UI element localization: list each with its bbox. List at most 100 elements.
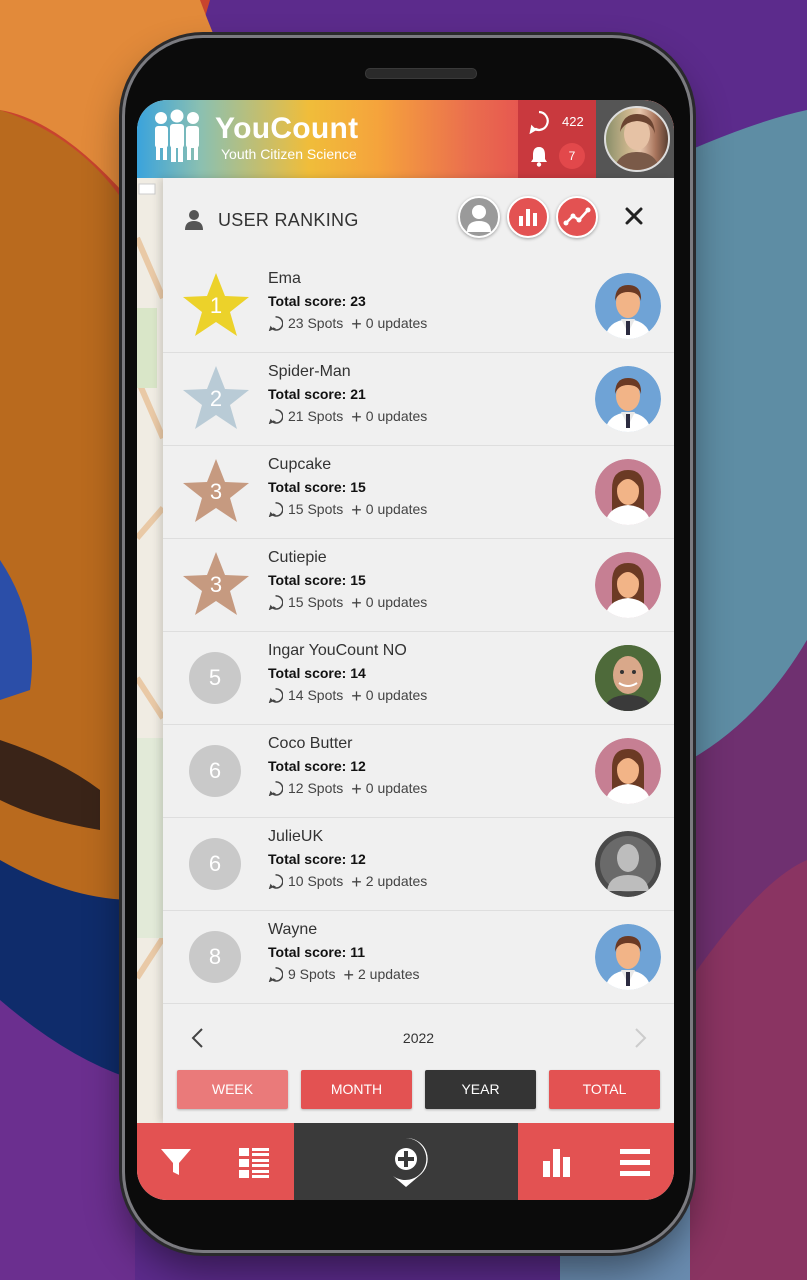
user-spots: 21 Spots bbox=[288, 408, 344, 424]
year-navigation: 2022 bbox=[163, 1018, 674, 1058]
user-updates: 0 updates bbox=[365, 501, 428, 517]
rank-star-badge: 2 bbox=[181, 363, 251, 433]
menu-icon[interactable] bbox=[618, 1145, 652, 1179]
rank-star-badge: 3 bbox=[181, 456, 251, 526]
user-spots: 15 Spots bbox=[288, 594, 344, 610]
user-avatar bbox=[595, 366, 661, 432]
ranking-row[interactable]: 6 Coco Butter Total score: 12 12 Spots +0… bbox=[163, 725, 674, 818]
trend-line-icon bbox=[563, 207, 591, 226]
user-updates: 2 updates bbox=[358, 966, 420, 982]
app-name: YouCount bbox=[215, 112, 359, 145]
profile-avatar[interactable] bbox=[604, 106, 670, 172]
header-stats[interactable]: 422 7 bbox=[518, 100, 596, 178]
plus-icon: + bbox=[351, 314, 362, 334]
map-background[interactable] bbox=[137, 178, 166, 1123]
bar-chart-icon bbox=[519, 209, 537, 226]
user-name: Ingar YouCount NO bbox=[268, 642, 407, 659]
plus-icon: + bbox=[351, 686, 362, 706]
plus-icon: + bbox=[351, 407, 362, 427]
rank-number: 3 bbox=[209, 572, 223, 597]
tab-year[interactable]: YEAR bbox=[425, 1070, 536, 1109]
user-avatar bbox=[595, 831, 661, 897]
ranking-row[interactable]: 6 JulieUK Total score: 12 10 Spots +2 upd… bbox=[163, 818, 674, 911]
user-stats: 10 Spots +2 updates bbox=[268, 872, 427, 893]
user-name: Cutiepie bbox=[268, 549, 327, 566]
bottom-left-group bbox=[137, 1123, 294, 1200]
user-spots: 10 Spots bbox=[288, 873, 344, 889]
bell-icon[interactable] bbox=[529, 145, 549, 167]
user-stats: 15 Spots +0 updates bbox=[268, 500, 427, 521]
user-total-score: Total score: 21 bbox=[268, 386, 366, 402]
rank-number: 2 bbox=[209, 386, 223, 411]
ranking-list: 1 Ema Total score: 23 23 Spots +0 updates… bbox=[163, 260, 674, 1004]
plus-icon: + bbox=[343, 965, 354, 985]
profile-view-button[interactable] bbox=[458, 196, 500, 238]
period-tabs: WEEK MONTH YEAR TOTAL bbox=[177, 1070, 661, 1110]
rank-star-badge: 3 bbox=[181, 549, 251, 619]
ranking-panel: USER RANKING 1 Ema Total score: 23 23 Sp… bbox=[163, 178, 674, 1123]
user-stats: 9 Spots +2 updates bbox=[268, 965, 420, 986]
phone-speaker bbox=[365, 68, 477, 79]
ranking-icon[interactable] bbox=[540, 1145, 574, 1179]
user-avatar bbox=[595, 645, 661, 711]
ranking-row[interactable]: 2 Spider-Man Total score: 21 21 Spots +0 … bbox=[163, 353, 674, 446]
list-icon[interactable] bbox=[237, 1145, 271, 1179]
plus-icon: + bbox=[351, 872, 362, 892]
rank-number: 1 bbox=[209, 293, 223, 318]
user-stats: 14 Spots +0 updates bbox=[268, 686, 427, 707]
trend-view-button[interactable] bbox=[556, 196, 598, 238]
spot-marker-icon bbox=[529, 110, 549, 134]
user-name: Ema bbox=[268, 270, 301, 287]
spot-marker-icon bbox=[268, 409, 283, 424]
rank-circle-badge: 6 bbox=[189, 745, 241, 797]
person-icon bbox=[467, 205, 491, 232]
tab-total[interactable]: TOTAL bbox=[549, 1070, 660, 1109]
panel-title: USER RANKING bbox=[218, 210, 359, 230]
ranking-row[interactable]: 8 Wayne Total score: 11 9 Spots +2 update… bbox=[163, 911, 674, 1004]
profile-button[interactable] bbox=[596, 100, 674, 178]
user-spots: 23 Spots bbox=[288, 315, 344, 331]
chevron-right-icon[interactable] bbox=[633, 1026, 649, 1050]
user-total-score: Total score: 11 bbox=[268, 944, 366, 960]
rank-number: 3 bbox=[209, 479, 223, 504]
user-name: Spider-Man bbox=[268, 363, 351, 380]
user-name: Wayne bbox=[268, 921, 318, 938]
rank-circle-badge: 5 bbox=[189, 652, 241, 704]
spot-marker-icon bbox=[268, 595, 283, 610]
spot-count: 422 bbox=[562, 114, 584, 129]
notification-badge[interactable]: 7 bbox=[559, 143, 585, 169]
user-stats: 23 Spots +0 updates bbox=[268, 314, 427, 335]
user-total-score: Total score: 15 bbox=[268, 479, 366, 495]
add-spot-icon[interactable] bbox=[381, 1135, 431, 1189]
ranking-row[interactable]: 3 Cutiepie Total score: 15 15 Spots +0 up… bbox=[163, 539, 674, 632]
bar-chart-view-button[interactable] bbox=[507, 196, 549, 238]
ranking-row[interactable]: 3 Cupcake Total score: 15 15 Spots +0 upd… bbox=[163, 446, 674, 539]
ranking-row[interactable]: 5 Ingar YouCount NO Total score: 14 14 S… bbox=[163, 632, 674, 725]
user-updates: 0 updates bbox=[365, 780, 428, 796]
user-avatar bbox=[595, 552, 661, 618]
spot-marker-icon bbox=[268, 502, 283, 517]
tab-month[interactable]: MONTH bbox=[301, 1070, 412, 1109]
tab-week[interactable]: WEEK bbox=[177, 1070, 288, 1109]
spot-marker-icon bbox=[268, 967, 283, 982]
bottom-navigation bbox=[137, 1123, 674, 1200]
rank-circle-badge: 8 bbox=[189, 931, 241, 983]
plus-icon: + bbox=[351, 593, 362, 613]
ranking-row[interactable]: 1 Ema Total score: 23 23 Spots +0 updates bbox=[163, 260, 674, 353]
bottom-center-group bbox=[294, 1123, 518, 1200]
user-avatar bbox=[595, 924, 661, 990]
user-updates: 0 updates bbox=[365, 687, 428, 703]
rank-star-badge: 1 bbox=[181, 270, 251, 340]
plus-icon: + bbox=[351, 779, 362, 799]
spot-marker-icon bbox=[268, 316, 283, 331]
app-header: YouCount Youth Citizen Science 422 7 bbox=[137, 100, 674, 178]
user-spots: 9 Spots bbox=[288, 966, 336, 982]
close-icon[interactable] bbox=[623, 205, 645, 227]
user-total-score: Total score: 14 bbox=[268, 665, 366, 681]
filter-icon[interactable] bbox=[159, 1145, 193, 1179]
plus-icon: + bbox=[351, 500, 362, 520]
phone-frame: YouCount Youth Citizen Science 422 7 USE… bbox=[125, 38, 690, 1250]
user-total-score: Total score: 12 bbox=[268, 851, 366, 867]
user-updates: 0 updates bbox=[365, 594, 428, 610]
panel-header: USER RANKING bbox=[163, 178, 674, 260]
